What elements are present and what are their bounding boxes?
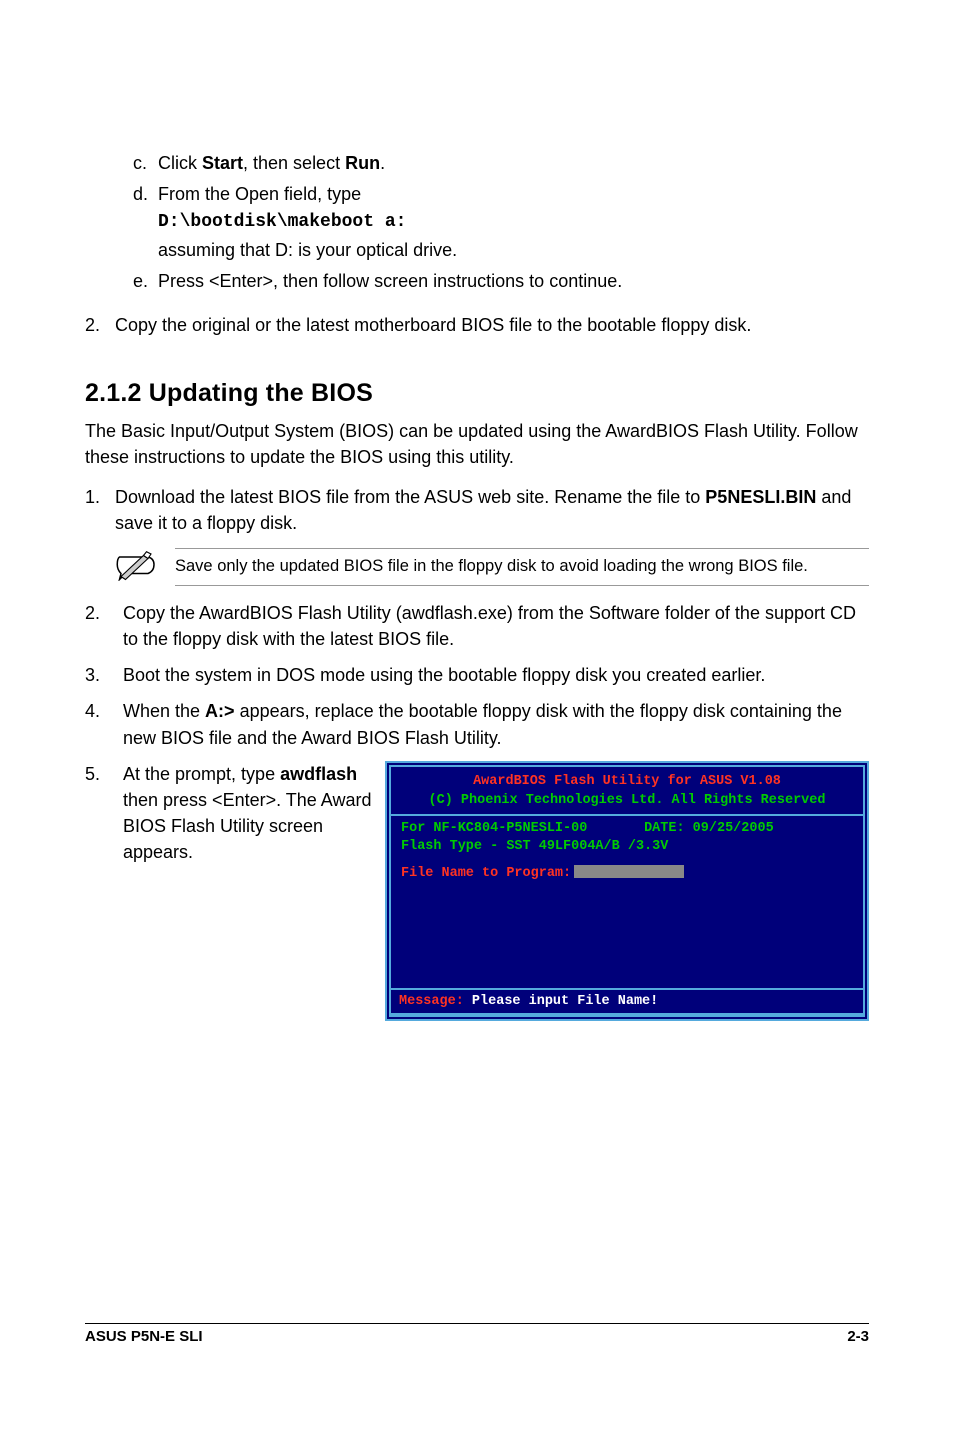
- note-callout: Save only the updated BIOS file in the f…: [115, 548, 869, 586]
- substep-label: c.: [133, 150, 158, 176]
- step-text: When the A:> appears, replace the bootab…: [123, 698, 869, 750]
- text: then press <Enter>. The Award BIOS Flash…: [123, 790, 372, 862]
- text: When the: [123, 701, 205, 721]
- text: .: [380, 153, 385, 173]
- command: awdflash: [280, 764, 357, 784]
- step-text: At the prompt, type awdflash then press …: [123, 761, 385, 1021]
- terminal-screenshot: AwardBIOS Flash Utility for ASUS V1.08 (…: [385, 761, 869, 1021]
- text: From the Open field, type: [158, 184, 361, 204]
- terminal-copyright: (C) Phoenix Technologies Ltd. All Rights…: [401, 792, 853, 810]
- terminal-line: Flash Type - SST 49LF004A/B /3.3V: [401, 838, 853, 856]
- step-text: Download the latest BIOS file from the A…: [115, 484, 869, 536]
- step-3: 3. Boot the system in DOS mode using the…: [85, 662, 869, 688]
- substep-label: e.: [133, 268, 158, 294]
- step-number: 5.: [85, 761, 123, 1021]
- message-text: Please input File Name!: [464, 994, 658, 1009]
- step-2-intro: 2. Copy the original or the latest mothe…: [85, 312, 869, 338]
- ui-term: Start: [202, 153, 243, 173]
- step-4: 4. When the A:> appears, replace the boo…: [85, 698, 869, 750]
- terminal-title: AwardBIOS Flash Utility for ASUS V1.08: [401, 773, 853, 791]
- code-command: D:\bootdisk\makeboot a:: [158, 209, 869, 235]
- step-number: 4.: [85, 698, 123, 750]
- page-footer: ASUS P5N-E SLI 2-3: [85, 1323, 869, 1345]
- text: Click: [158, 153, 202, 173]
- terminal-window: AwardBIOS Flash Utility for ASUS V1.08 (…: [385, 761, 869, 1021]
- step-text: Copy the AwardBIOS Flash Utility (awdfla…: [123, 600, 869, 652]
- step-2: 2. Copy the AwardBIOS Flash Utility (awd…: [85, 600, 869, 652]
- substep-d: d. From the Open field, type D:\bootdisk…: [133, 181, 869, 263]
- footer-product: ASUS P5N-E SLI: [85, 1328, 203, 1345]
- step-number: 3.: [85, 662, 123, 688]
- filename: P5NESLI.BIN: [705, 487, 816, 507]
- text: assuming that D: is your optical drive.: [158, 237, 869, 263]
- text: At the prompt, type: [123, 764, 280, 784]
- substep-text: From the Open field, type D:\bootdisk\ma…: [158, 181, 869, 263]
- step-text: Boot the system in DOS mode using the bo…: [123, 662, 869, 688]
- substep-text: Click Start, then select Run.: [158, 150, 869, 176]
- footer-page-number: 2-3: [847, 1328, 869, 1345]
- step-5: 5. At the prompt, type awdflash then pre…: [85, 761, 869, 1021]
- terminal-message: Message: Please input File Name!: [389, 988, 865, 1016]
- step-number: 2.: [85, 600, 123, 652]
- text: , then select: [243, 153, 345, 173]
- step-1: 1. Download the latest BIOS file from th…: [85, 484, 869, 536]
- terminal-line: For NF-KC804-P5NESLI-00 DATE: 09/25/2005: [401, 820, 853, 838]
- step-number: 1.: [85, 484, 115, 536]
- substep-e: e. Press <Enter>, then follow screen ins…: [133, 268, 869, 294]
- pen-icon: [115, 549, 175, 586]
- note-text: Save only the updated BIOS file in the f…: [175, 548, 869, 586]
- substep-c: c. Click Start, then select Run.: [133, 150, 869, 176]
- ui-term: Run: [345, 153, 380, 173]
- text: Press <Enter>, then follow screen instru…: [158, 271, 622, 291]
- cursor-icon: [574, 865, 684, 878]
- message-label: Message:: [399, 994, 464, 1009]
- section-heading: 2.1.2 Updating the BIOS: [85, 379, 869, 408]
- terminal-prompt: File Name to Program:: [401, 865, 853, 883]
- step-number: 2.: [85, 312, 115, 338]
- prompt-text: A:>: [205, 701, 235, 721]
- substep-label: d.: [133, 181, 158, 263]
- section-intro: The Basic Input/Output System (BIOS) can…: [85, 418, 869, 470]
- substep-text: Press <Enter>, then follow screen instru…: [158, 268, 869, 294]
- text: Download the latest BIOS file from the A…: [115, 487, 705, 507]
- step-text: Copy the original or the latest motherbo…: [115, 312, 869, 338]
